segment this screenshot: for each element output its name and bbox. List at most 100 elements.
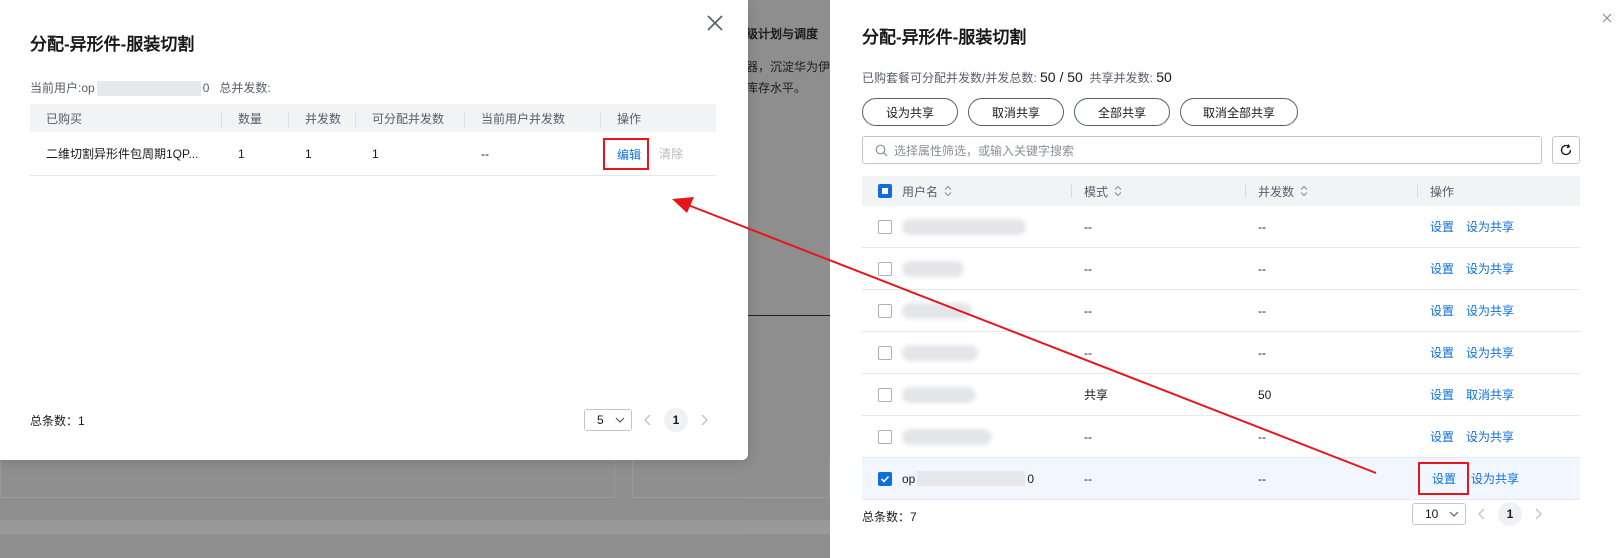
refresh-icon: [1559, 143, 1573, 157]
allocation-drawer: 分配-异形件-服装切割 已购套餐可分配并发数/并发总数: 50 / 50 共享并…: [830, 0, 1620, 558]
row-checkbox[interactable]: [878, 387, 892, 402]
mode-cell: --: [1084, 303, 1092, 318]
page-size-select[interactable]: 10: [1412, 503, 1466, 525]
concurrency-cell: 50: [1258, 387, 1272, 402]
set-link[interactable]: 设置: [1430, 260, 1454, 277]
page-size-value: 5: [597, 413, 604, 427]
share-link[interactable]: 设为共享: [1466, 428, 1514, 445]
column-header: 用户名: [902, 184, 939, 199]
table-row: -- -- 设置 设为共享: [862, 248, 1580, 290]
prev-page-icon[interactable]: [642, 414, 654, 426]
page-number[interactable]: 1: [1498, 502, 1522, 526]
share-all-button[interactable]: 全部共享: [1074, 98, 1170, 126]
sort-icon[interactable]: [943, 185, 953, 197]
cancel-all-shared-button[interactable]: 取消全部共享: [1180, 98, 1298, 126]
search-placeholder: 选择属性筛选，或输入关键字搜索: [894, 143, 1075, 158]
close-icon[interactable]: [1600, 11, 1614, 25]
dialog-title: 分配-异形件-服装切割: [30, 35, 195, 54]
row-checkbox[interactable]: [878, 429, 892, 444]
total-count: 总条数：1: [30, 414, 85, 428]
user-column-header: 用户名: [862, 183, 1072, 200]
share-link[interactable]: 设为共享: [1471, 470, 1519, 487]
cancel-shared-button[interactable]: 取消共享: [968, 98, 1064, 126]
concurrency-cell: --: [1258, 219, 1266, 234]
blurred-username: [902, 260, 964, 277]
share-link[interactable]: 设为共享: [1466, 218, 1514, 235]
select-all-checkbox[interactable]: [878, 184, 892, 198]
edit-link[interactable]: 编辑: [617, 148, 641, 162]
chevron-down-icon: [615, 415, 625, 425]
row-checkbox[interactable]: [878, 303, 892, 318]
column-header: 模式: [1084, 184, 1109, 199]
total-count: 总条数：7: [862, 510, 917, 524]
set-link[interactable]: 设置: [1432, 472, 1456, 486]
mode-column-header: 模式: [1072, 183, 1246, 200]
row-checkbox[interactable]: [878, 261, 892, 276]
next-page-icon[interactable]: [698, 414, 710, 426]
share-link[interactable]: 设为共享: [1466, 344, 1514, 361]
concurrency-cell: --: [1258, 429, 1266, 444]
background-text: 器，沉淀华为伊: [746, 60, 831, 74]
close-icon[interactable]: [704, 12, 726, 34]
set-link[interactable]: 设置: [1430, 428, 1454, 445]
current-user-info: 当前用户:op 0 总并发数:: [30, 79, 271, 97]
table-row: 二维切割异形件包周期1QP... 1 1 1 -- 编辑 清除: [30, 132, 716, 176]
clear-link[interactable]: 清除: [659, 145, 683, 162]
share-link[interactable]: 取消共享: [1466, 386, 1514, 403]
set-shared-button[interactable]: 设为共享: [862, 98, 958, 126]
quota-value: 50 / 50: [1040, 69, 1083, 85]
mode-cell: --: [1084, 261, 1092, 276]
row-actions: 编辑 清除: [601, 137, 716, 170]
masked-username: [96, 81, 201, 97]
set-link[interactable]: 设置: [1430, 218, 1454, 235]
mode-cell: --: [1084, 219, 1092, 234]
set-link[interactable]: 设置: [1430, 344, 1454, 361]
column-header: 已购买: [30, 110, 222, 127]
mode-cell: --: [1084, 471, 1092, 486]
assignable-concurrency: 1: [372, 146, 379, 161]
total-concurrency-label: 总并发数:: [219, 81, 271, 95]
share-link[interactable]: 设为共享: [1466, 302, 1514, 319]
refresh-button[interactable]: [1552, 136, 1580, 164]
background-card: [0, 458, 615, 498]
concurrency-cell: --: [1258, 303, 1266, 318]
table-row: -- -- 设置 设为共享: [862, 206, 1580, 248]
share-link[interactable]: 设为共享: [1466, 260, 1514, 277]
table-row: 共享 50 设置 取消共享: [862, 374, 1580, 416]
background-card: [632, 458, 830, 498]
set-highlight: 设置: [1418, 462, 1470, 495]
quota-info: 已购套餐可分配并发数/并发总数: 50 / 50 共享并发数: 50: [862, 69, 1172, 86]
search-input[interactable]: 选择属性筛选，或输入关键字搜索: [862, 136, 1542, 164]
concurrency-column-header: 并发数: [1246, 183, 1418, 200]
set-link[interactable]: 设置: [1430, 386, 1454, 403]
background-footer: [0, 520, 830, 534]
page-size-select[interactable]: 5: [584, 409, 632, 431]
column-header: 当前用户并发数: [465, 110, 601, 127]
column-header: 可分配并发数: [356, 110, 465, 127]
edit-highlight: 编辑: [603, 137, 650, 170]
purchased-table: 已购买 数量 并发数 可分配并发数 当前用户并发数 操作 二维切割异形件包周期1…: [30, 104, 716, 176]
concurrency-cell: --: [1258, 471, 1266, 486]
prev-page-icon[interactable]: [1476, 508, 1488, 520]
sort-icon[interactable]: [1113, 185, 1123, 197]
set-link[interactable]: 设置: [1430, 302, 1454, 319]
column-header: 并发数: [1258, 184, 1295, 199]
action-buttons: 设为共享 取消共享 全部共享 取消全部共享: [862, 98, 1298, 126]
mode-cell: 共享: [1084, 388, 1109, 402]
row-checkbox[interactable]: [878, 345, 892, 360]
column-header: 数量: [222, 110, 289, 127]
concurrency-cell: --: [1258, 345, 1266, 360]
quota-label: 已购套餐可分配并发数/并发总数:: [862, 71, 1037, 85]
page-number[interactable]: 1: [664, 408, 688, 432]
row-checkbox[interactable]: [878, 219, 892, 234]
background-divider: [745, 315, 830, 316]
next-page-icon[interactable]: [1532, 508, 1544, 520]
row-checkbox-checked[interactable]: [878, 471, 892, 486]
drawer-title: 分配-异形件-服装切割: [862, 28, 1027, 47]
table-row: -- -- 设置 设为共享: [862, 332, 1580, 374]
background-text: 库存水平。: [746, 81, 807, 95]
sort-icon[interactable]: [1299, 185, 1309, 197]
shared-value: 50: [1156, 69, 1172, 85]
column-header: 操作: [617, 111, 642, 126]
mode-cell: --: [1084, 345, 1092, 360]
